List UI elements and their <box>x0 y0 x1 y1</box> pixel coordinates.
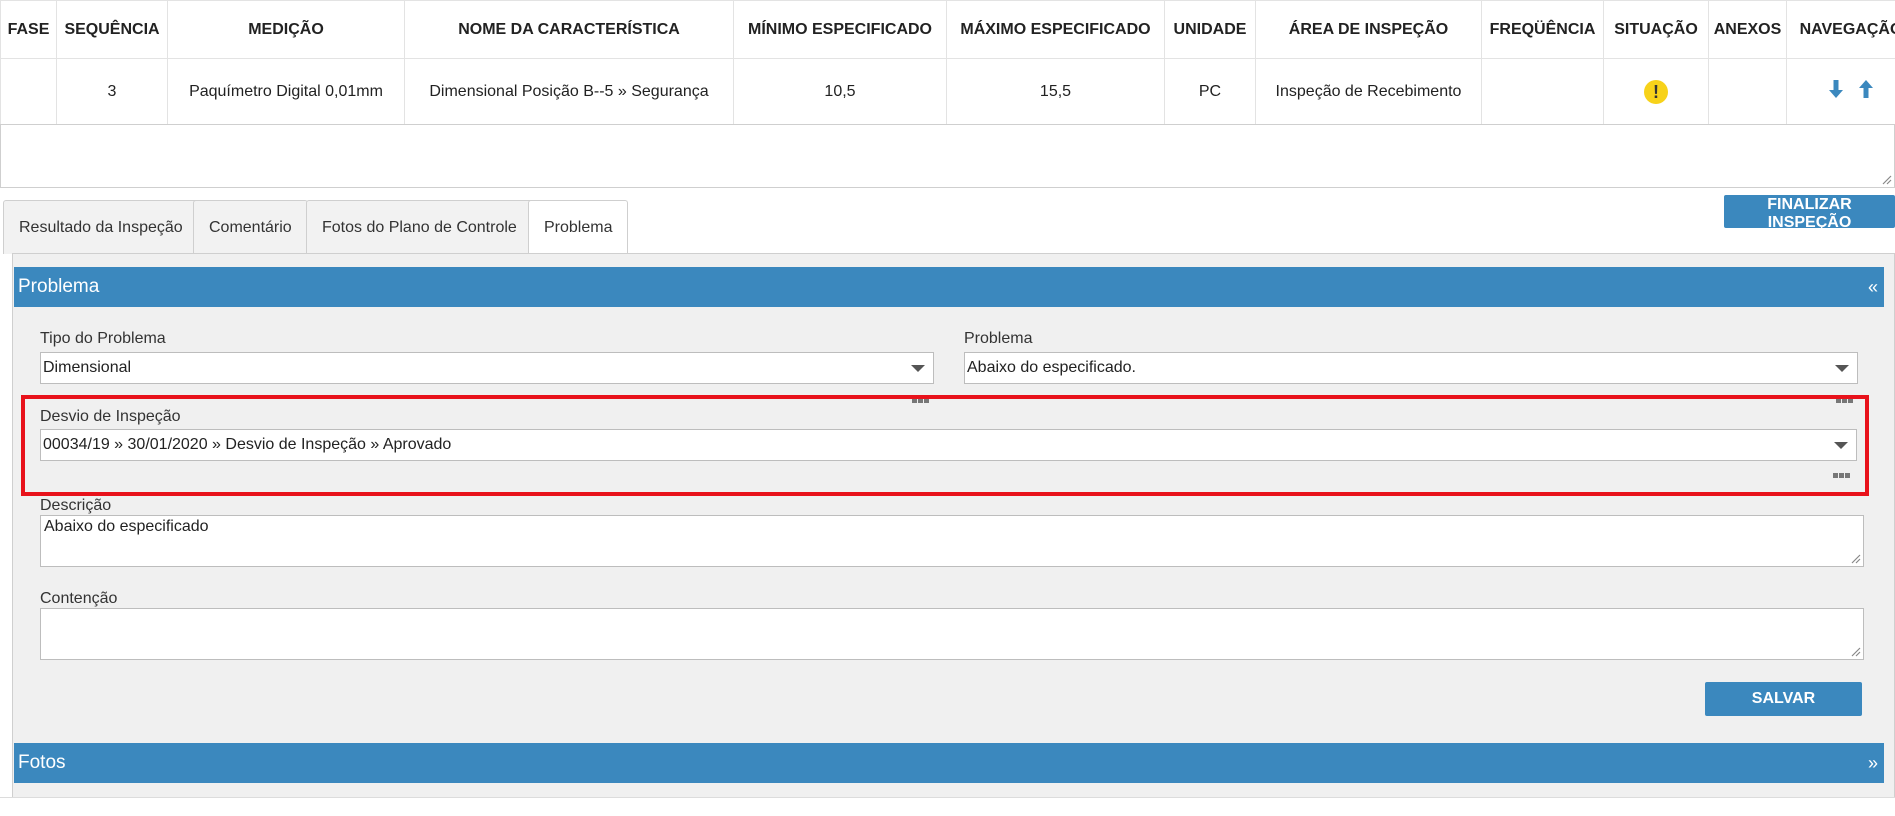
tipo-problema-select[interactable]: Dimensional <box>40 352 934 384</box>
save-button[interactable]: SALVAR <box>1705 682 1862 716</box>
problema-select[interactable]: Abaixo do especificado. <box>964 352 1858 384</box>
header-situacao: SITUAÇÃO <box>1603 0 1709 59</box>
problema-label: Problema <box>964 330 1033 347</box>
cell-situacao: ! <box>1603 58 1709 125</box>
chevron-down-icon <box>911 365 925 372</box>
cell-frequencia <box>1481 58 1604 125</box>
header-navegacao: NAVEGAÇÃO <box>1786 0 1895 59</box>
inspection-table: FASE SEQUÊNCIA MEDIÇÃO NOME DA CARACTERÍ… <box>0 0 1895 125</box>
cell-navegacao <box>1786 58 1895 125</box>
tipo-problema-value: Dimensional <box>43 359 132 376</box>
header-frequencia: FREQÜÊNCIA <box>1481 0 1604 59</box>
tab-fotos-plano-controle[interactable]: Fotos do Plano de Controle <box>306 200 533 254</box>
fotos-section-title: Fotos <box>18 752 66 773</box>
descricao-label: Descrição <box>40 497 112 514</box>
header-minimo: MÍNIMO ESPECIFICADO <box>733 0 947 59</box>
cell-nome-caracteristica: Dimensional Posição B--5 » Segurança <box>404 58 734 125</box>
resize-handle-icon[interactable] <box>1849 645 1861 657</box>
notes-textarea[interactable] <box>0 124 1895 188</box>
cell-sequencia: 3 <box>56 58 168 125</box>
problema-section-header[interactable]: Problema « <box>14 267 1884 307</box>
cell-maximo: 15,5 <box>946 58 1165 125</box>
header-medicao: MEDIÇÃO <box>167 0 405 59</box>
finalize-inspection-button[interactable]: FINALIZAR INSPEÇÃO <box>1724 195 1895 231</box>
cell-area-inspecao: Inspeção de Recebimento <box>1255 58 1482 125</box>
tab-resultado-inspecao[interactable]: Resultado da Inspeção <box>3 200 199 254</box>
cell-anexos <box>1708 58 1787 125</box>
arrow-down-icon[interactable] <box>1827 79 1845 104</box>
header-sequencia: SEQUÊNCIA <box>56 0 168 59</box>
more-options-icon[interactable] <box>1833 465 1851 483</box>
tipo-problema-label: Tipo do Problema <box>40 330 166 347</box>
contencao-label: Contenção <box>40 590 118 607</box>
resize-handle-icon[interactable] <box>1880 173 1892 185</box>
divider <box>0 797 1895 798</box>
arrow-up-icon[interactable] <box>1857 79 1875 104</box>
header-nome-caracteristica: NOME DA CARACTERÍSTICA <box>404 0 734 59</box>
cell-medicao: Paquímetro Digital 0,01mm <box>167 58 405 125</box>
desvio-inspecao-select[interactable]: 00034/19 » 30/01/2020 » Desvio de Inspeç… <box>40 429 1857 461</box>
resize-handle-icon[interactable] <box>1849 552 1861 564</box>
header-maximo: MÁXIMO ESPECIFICADO <box>946 0 1165 59</box>
cell-fase <box>0 58 57 125</box>
header-area-inspecao: ÁREA DE INSPEÇÃO <box>1255 0 1482 59</box>
header-unidade: UNIDADE <box>1164 0 1256 59</box>
contencao-textarea[interactable] <box>40 608 1864 660</box>
chevron-down-icon <box>1834 442 1848 449</box>
descricao-textarea[interactable]: Abaixo do especificado <box>40 515 1864 567</box>
fotos-section-header[interactable]: Fotos » <box>14 743 1884 783</box>
header-fase: FASE <box>0 0 57 59</box>
descricao-value: Abaixo do especificado <box>44 518 209 535</box>
cell-unidade: PC <box>1164 58 1256 125</box>
tab-problema[interactable]: Problema <box>528 200 629 255</box>
cell-minimo: 10,5 <box>733 58 947 125</box>
desvio-inspecao-label: Desvio de Inspeção <box>40 408 181 425</box>
problema-value: Abaixo do especificado. <box>967 359 1136 376</box>
header-anexos: ANEXOS <box>1708 0 1787 59</box>
problema-section-title: Problema <box>18 276 100 297</box>
desvio-inspecao-value: 00034/19 » 30/01/2020 » Desvio de Inspeç… <box>43 436 452 453</box>
warning-icon: ! <box>1644 79 1668 104</box>
collapse-icon[interactable]: « <box>1868 267 1878 307</box>
tab-comentario[interactable]: Comentário <box>193 200 308 254</box>
table-row[interactable]: 3 Paquímetro Digital 0,01mm Dimensional … <box>0 58 1895 125</box>
expand-icon[interactable]: » <box>1868 743 1878 783</box>
table-header-row: FASE SEQUÊNCIA MEDIÇÃO NOME DA CARACTERÍ… <box>0 0 1895 59</box>
chevron-down-icon <box>1835 365 1849 372</box>
